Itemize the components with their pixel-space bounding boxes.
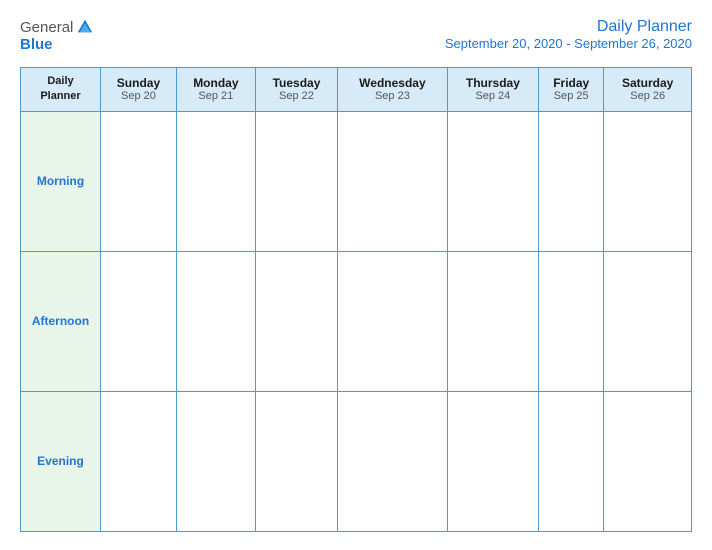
- afternoon-label: Afternoon: [21, 251, 101, 391]
- afternoon-friday[interactable]: [539, 251, 604, 391]
- evening-sunday[interactable]: [101, 391, 177, 531]
- morning-wednesday[interactable]: [338, 111, 447, 251]
- morning-friday[interactable]: [539, 111, 604, 251]
- morning-tuesday[interactable]: [255, 111, 337, 251]
- evening-saturday[interactable]: [604, 391, 692, 531]
- evening-label: Evening: [21, 391, 101, 531]
- morning-thursday[interactable]: [447, 111, 538, 251]
- morning-sunday[interactable]: [101, 111, 177, 251]
- afternoon-tuesday[interactable]: [255, 251, 337, 391]
- logo: General: [20, 18, 94, 36]
- col-thursday: Thursday Sep 24: [447, 68, 538, 112]
- col-monday: Monday Sep 21: [176, 68, 255, 112]
- morning-monday[interactable]: [176, 111, 255, 251]
- col-tuesday: Tuesday Sep 22: [255, 68, 337, 112]
- afternoon-thursday[interactable]: [447, 251, 538, 391]
- logo-area: General Blue: [20, 18, 94, 53]
- planner-label-header: Daily Planner: [21, 68, 101, 112]
- evening-tuesday[interactable]: [255, 391, 337, 531]
- planner-title: Daily Planner: [445, 18, 692, 36]
- col-saturday: Saturday Sep 26: [604, 68, 692, 112]
- col-friday: Friday Sep 25: [539, 68, 604, 112]
- row-morning: Morning: [21, 111, 692, 251]
- planner-dates: September 20, 2020 - September 26, 2020: [445, 36, 692, 51]
- afternoon-sunday[interactable]: [101, 251, 177, 391]
- afternoon-wednesday[interactable]: [338, 251, 447, 391]
- row-afternoon: Afternoon: [21, 251, 692, 391]
- logo-general-text: General: [20, 19, 73, 36]
- morning-label: Morning: [21, 111, 101, 251]
- evening-thursday[interactable]: [447, 391, 538, 531]
- evening-monday[interactable]: [176, 391, 255, 531]
- evening-friday[interactable]: [539, 391, 604, 531]
- afternoon-saturday[interactable]: [604, 251, 692, 391]
- row-evening: Evening: [21, 391, 692, 531]
- logo-icon: [76, 18, 94, 36]
- morning-saturday[interactable]: [604, 111, 692, 251]
- evening-wednesday[interactable]: [338, 391, 447, 531]
- col-sunday: Sunday Sep 20: [101, 68, 177, 112]
- header: General Blue Daily Planner September 20,…: [20, 18, 692, 53]
- calendar-table: Daily Planner Sunday Sep 20 Monday Sep 2…: [20, 67, 692, 532]
- afternoon-monday[interactable]: [176, 251, 255, 391]
- title-area: Daily Planner September 20, 2020 - Septe…: [445, 18, 692, 51]
- logo-blue-text: Blue: [20, 36, 53, 53]
- header-row: Daily Planner Sunday Sep 20 Monday Sep 2…: [21, 68, 692, 112]
- col-wednesday: Wednesday Sep 23: [338, 68, 447, 112]
